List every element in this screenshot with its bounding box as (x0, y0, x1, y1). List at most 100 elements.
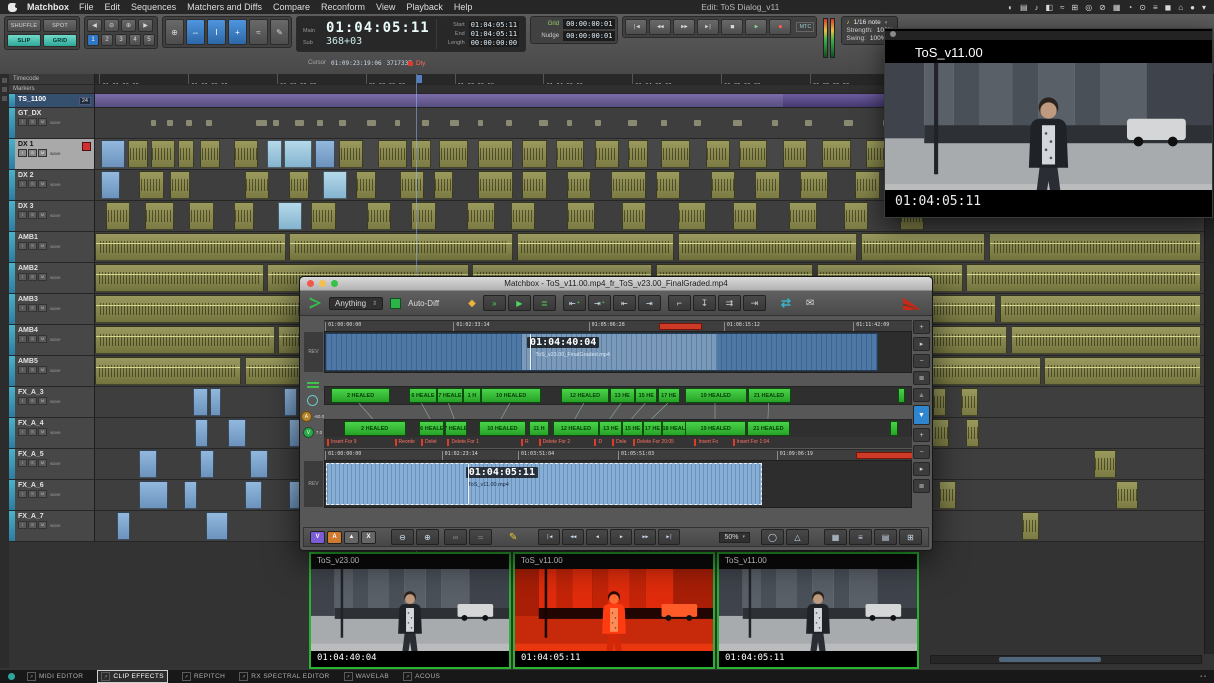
edit-marker[interactable]: Delete For 2 (539, 439, 571, 445)
track-header[interactable]: DX 1ISMwave (9, 139, 95, 170)
menubar-status-icon[interactable]: ◧ (1046, 3, 1054, 12)
track-name[interactable]: DX 1 (15, 139, 61, 148)
audio-clip[interactable] (733, 202, 757, 230)
menu-item[interactable]: View (376, 2, 395, 12)
audio-clip[interactable] (966, 264, 1201, 292)
transport-nav-button[interactable]: ▶ (610, 529, 632, 545)
track-m-button[interactable]: M (38, 242, 47, 250)
menu-icon[interactable] (307, 382, 319, 390)
edit-marker[interactable]: Delete For 1 (447, 439, 479, 445)
audio-clip[interactable] (567, 171, 591, 199)
layer-toggle-a[interactable]: A (327, 531, 342, 544)
audio-clip[interactable] (317, 120, 323, 126)
audio-clip[interactable] (139, 481, 168, 509)
track-name[interactable]: FX_A_7 (15, 511, 61, 520)
matchbox-zoom-button[interactable]: ▸ (913, 337, 930, 351)
edit-tool[interactable]: ⊕ (165, 19, 184, 45)
menubar-status-icon[interactable]: ▤ (1020, 3, 1028, 12)
track-s-button[interactable]: S (28, 428, 37, 436)
menubar-status-icon[interactable]: ≈ (1060, 3, 1064, 12)
menubar-status-icon[interactable]: ⊘ (1099, 3, 1106, 12)
healed-segment[interactable]: 10 HEALED (481, 388, 542, 403)
track-header[interactable]: FX_A_6ISMwave (9, 480, 95, 511)
menubar-status-icon[interactable]: ◼ (1165, 3, 1172, 12)
audio-clip[interactable] (706, 140, 730, 168)
track-header[interactable]: AMB3ISMwave (9, 294, 95, 325)
track-name[interactable]: FX_A_3 (15, 387, 61, 396)
healed-segment[interactable]: 12 HEALED (561, 388, 610, 403)
audio-clip[interactable] (478, 140, 513, 168)
view-option-icon[interactable]: ≡ (849, 529, 872, 545)
menubar-status-icon[interactable]: ≡ (1153, 3, 1158, 12)
track-header[interactable]: AMB2ISMwave (9, 263, 95, 294)
track-m-button[interactable]: M (38, 490, 47, 498)
menubar-status-icon[interactable]: ▾ (1202, 3, 1206, 12)
matchbox-extra-icon[interactable]: △ (786, 529, 809, 545)
audio-clip[interactable] (95, 233, 286, 261)
track-s-button[interactable]: S (28, 397, 37, 405)
audio-clip[interactable] (267, 140, 282, 168)
track-m-button[interactable]: M (38, 273, 47, 281)
audio-clip[interactable] (783, 140, 807, 168)
track-name[interactable]: FX_A_4 (15, 418, 61, 427)
audio-clip[interactable] (844, 120, 853, 126)
track-m-button[interactable]: M (38, 366, 47, 374)
audio-clip[interactable] (556, 140, 585, 168)
nudge-label[interactable]: Nudge (533, 33, 559, 39)
track-i-button[interactable]: I (18, 149, 27, 157)
zoom-preset-2[interactable]: 2 (101, 34, 113, 46)
track-i-button[interactable]: I (18, 366, 27, 374)
comparison-thumbnail-window[interactable]: ToS_v11.0001:04:05:11 (717, 552, 919, 669)
dock-item[interactable]: ↗REPITCH (182, 672, 225, 681)
menubar-status-icon[interactable]: ♪ (1035, 3, 1039, 12)
track-m-button[interactable]: M (38, 304, 47, 312)
audio-clip[interactable] (339, 120, 346, 126)
audio-clip[interactable] (289, 233, 513, 261)
audio-clip[interactable] (245, 481, 263, 509)
field-value[interactable]: 01:04:05:11 (469, 30, 519, 38)
menubar-status-icon[interactable]: ⊞ (1071, 3, 1078, 12)
mtc-badge[interactable]: MTC (796, 22, 814, 32)
audio-clip[interactable] (772, 120, 778, 126)
transport-button[interactable]: |◀ (625, 19, 647, 35)
audio-clip[interactable] (861, 233, 985, 261)
audio-clip[interactable] (789, 202, 818, 230)
viewer-close-button[interactable] (890, 31, 896, 37)
dock-item[interactable]: ↗WAVELAB (344, 672, 390, 681)
dock-item[interactable]: ↗RX SPECTRAL EDITOR (239, 672, 329, 681)
audio-clip[interactable] (184, 481, 197, 509)
healed-segment[interactable]: 7 HEALE (437, 388, 463, 403)
note-value[interactable]: 1/16 note (854, 19, 881, 26)
menu-item[interactable]: Help (454, 2, 473, 12)
matchbox-action-button[interactable]: ≣ (533, 295, 556, 311)
track-header[interactable]: DX 2ISMwave (9, 170, 95, 201)
audio-clip[interactable] (273, 120, 280, 126)
matchbox-extra-icon[interactable]: ◯ (761, 529, 784, 545)
audio-clip[interactable] (284, 388, 297, 416)
audio-clip[interactable] (193, 388, 208, 416)
audio-clip[interactable] (411, 202, 435, 230)
audio-clip[interactable] (151, 140, 175, 168)
menubar-status-icon[interactable]: ● (1190, 3, 1195, 12)
auto-diff-checkbox[interactable] (390, 298, 401, 309)
audio-clip[interactable] (595, 140, 619, 168)
track-name[interactable]: AMB3 (15, 294, 61, 303)
close-button[interactable] (307, 280, 314, 287)
audio-clip[interactable] (195, 419, 208, 447)
audio-clip[interactable] (656, 171, 680, 199)
menu-item[interactable]: Playback (406, 2, 443, 12)
audio-clip[interactable] (284, 140, 313, 168)
track-s-button[interactable]: S (28, 149, 37, 157)
reference-video-clip[interactable]: 01:04:40:04 ToS_v23.00_FinalGraded.mp4 (325, 333, 878, 371)
track-name[interactable]: DX 3 (15, 201, 61, 210)
menu-item[interactable]: Edit (105, 2, 121, 12)
brush-icon[interactable]: ✎ (509, 532, 517, 543)
edit-marker[interactable]: Dele (612, 439, 626, 445)
zoom-preset-3[interactable]: 3 (115, 34, 127, 46)
track-i-button[interactable]: I (18, 397, 27, 405)
audio-clip[interactable] (517, 233, 674, 261)
audio-clip[interactable] (678, 233, 858, 261)
diamond-icon[interactable]: ◆ (468, 298, 476, 309)
zoom-preset-1[interactable]: 1 (87, 34, 99, 46)
reference-video-track[interactable]: 01:04:40:04 ToS_v23.00_FinalGraded.mp4 (324, 331, 912, 373)
